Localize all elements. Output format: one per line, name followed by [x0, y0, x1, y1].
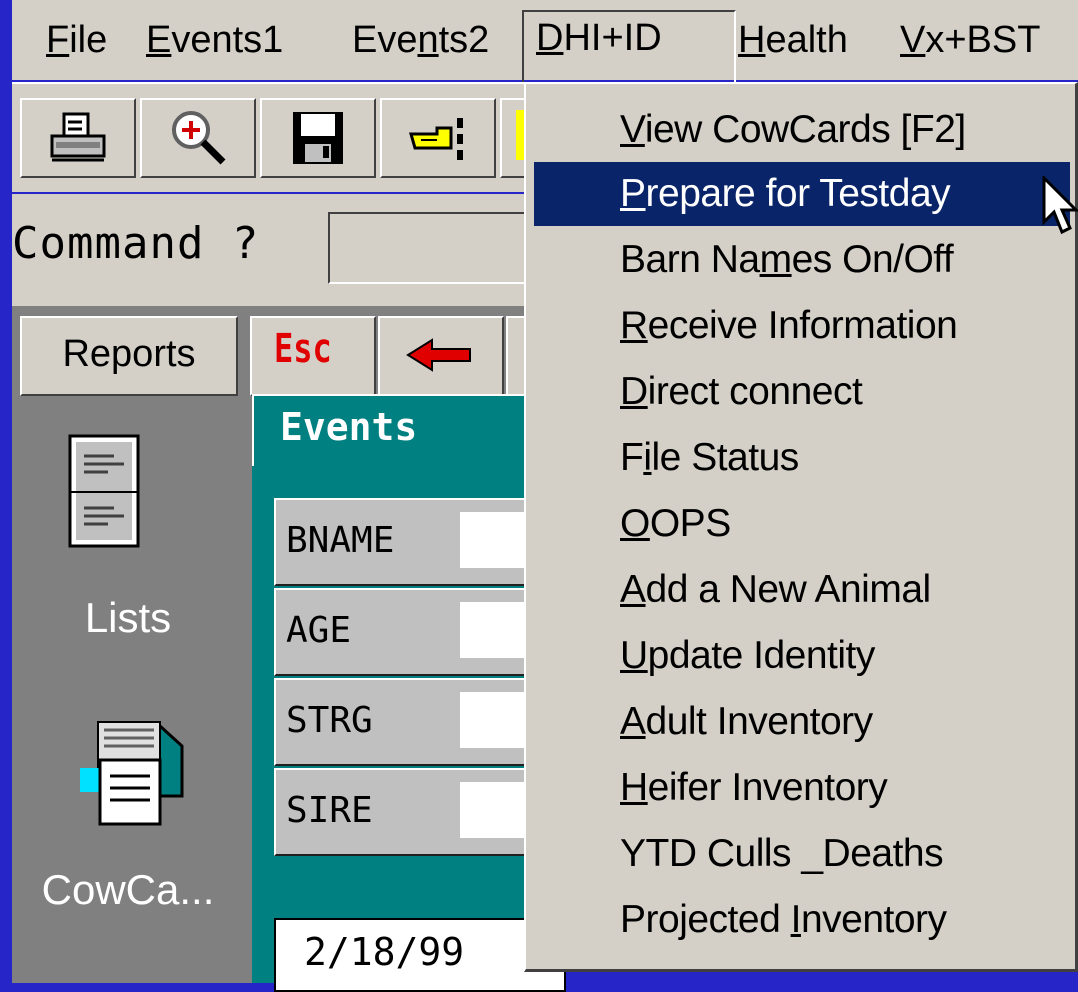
field-row-bname: BNAME [274, 498, 540, 586]
sidebar-item-lists[interactable]: Lists [12, 594, 244, 642]
list-document-icon[interactable] [68, 434, 140, 553]
menu-events2[interactable]: Events2 [340, 12, 501, 68]
field-label: AGE [286, 610, 352, 651]
magnifier-icon [172, 111, 226, 165]
field-label: BNAME [286, 520, 395, 561]
reports-button[interactable]: Reports [20, 316, 238, 396]
command-input[interactable] [328, 212, 542, 284]
menu-item-ytd-culls-deaths[interactable]: YTD Culls _Deaths [534, 822, 1070, 886]
field-label: SIRE [286, 790, 373, 831]
menu-item-adult-inventory[interactable]: Adult Inventory [534, 690, 1070, 754]
pointer-button[interactable] [380, 98, 496, 178]
printer-icon [50, 112, 106, 162]
menu-item-view-cowcards[interactable]: View CowCards [F2] [534, 98, 1070, 162]
menu-item-add-new-animal[interactable]: Add a New Animal [534, 558, 1070, 622]
mouse-cursor-icon [1042, 176, 1078, 235]
menu-events1[interactable]: Events1 [134, 12, 295, 68]
events-panel: BNAME AGE STRG SIRE 2/18/99 [252, 466, 566, 992]
menu-vx-bst[interactable]: Vx+BST [888, 12, 1052, 68]
toolbar [12, 82, 544, 192]
save-button[interactable] [260, 98, 376, 178]
field-row-age: AGE [274, 588, 540, 676]
menu-item-prepare-for-testday[interactable]: Prepare for Testday [534, 162, 1070, 226]
menu-dhi-id[interactable]: DHI+ID [522, 10, 736, 84]
left-arrow-icon [406, 338, 471, 372]
zoom-button[interactable] [140, 98, 256, 178]
menu-item-receive-information[interactable]: Receive Information [534, 294, 1070, 358]
menu-file[interactable]: File [34, 12, 119, 68]
menu-item-direct-connect[interactable]: Direct connect [534, 360, 1070, 424]
pointing-hand-icon [409, 118, 463, 160]
esc-button[interactable]: Esc [250, 316, 376, 396]
menu-item-barn-names[interactable]: Barn Names On/Off [534, 228, 1070, 292]
menu-item-file-status[interactable]: File Status [534, 426, 1070, 490]
floppy-disk-icon [293, 112, 343, 164]
sidebar-item-cowcards[interactable]: CowCa... [12, 866, 244, 914]
menu-item-oops[interactable]: OOPS [534, 492, 1070, 556]
back-button[interactable] [378, 316, 504, 396]
card-file-icon[interactable] [70, 716, 190, 837]
print-button[interactable] [20, 98, 136, 178]
menu-item-projected-inventory[interactable]: Projected Inventory [534, 888, 1070, 952]
date-field[interactable]: 2/18/99 [274, 918, 566, 992]
menu-bar: File Events1 Events2 DHI+ID Health Vx+BS… [12, 0, 1078, 84]
tab-events[interactable]: Events [252, 394, 526, 470]
menu-item-update-identity[interactable]: Update Identity [534, 624, 1070, 688]
main-area: Esc Events BNAME AGE STRG SIRE 2/18/99 [244, 306, 566, 992]
dhi-id-dropdown-menu: View CowCards [F2] Prepare for Testday B… [524, 82, 1078, 972]
menu-item-heifer-inventory[interactable]: Heifer Inventory [534, 756, 1070, 820]
command-bar: Command ? [12, 194, 542, 306]
esc-label: Esc [274, 326, 332, 372]
field-row-strg: STRG [274, 678, 540, 766]
sidebar: Reports Lists CowCa... [12, 306, 244, 983]
command-label: Command ? [12, 218, 260, 269]
field-row-sire: SIRE [274, 768, 540, 856]
field-label: STRG [286, 700, 373, 741]
menu-health[interactable]: Health [726, 12, 860, 68]
